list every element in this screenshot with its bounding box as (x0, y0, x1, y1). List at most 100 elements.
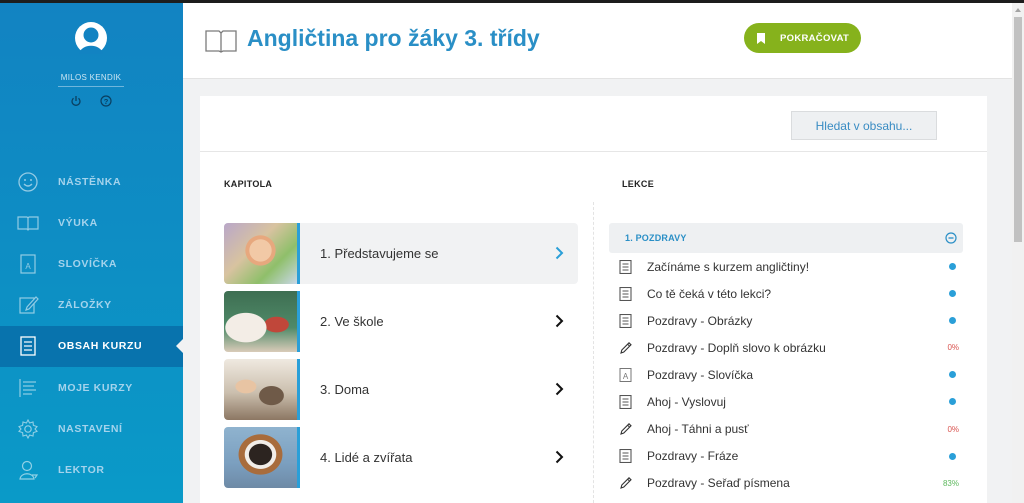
document-icon (619, 394, 632, 410)
document-icon (619, 286, 632, 301)
svg-text:?: ? (104, 97, 109, 106)
smiley-icon (18, 171, 38, 192)
lesson-label: Co tě čeká v této lekci? (647, 286, 772, 301)
nav-item-slovicka[interactable]: A SLOVÍČKA (0, 243, 183, 284)
lesson-list: 1. POZDRAVY Začínáme s kurzem angličtiny… (609, 223, 963, 497)
continue-label: POKRAČOVAT (780, 32, 850, 44)
list-icon (19, 378, 36, 397)
sidebar: MILOS KENDIK ? NÁSTĚNKA VÝUKA A SLOVÍČKA… (0, 3, 183, 503)
lesson-item[interactable]: Pozdravy - Seřaď písmena 83% (609, 470, 963, 497)
course-content-card: Hledat v obsahu... KAPITOLA LEKCE 1. Pře… (200, 96, 987, 503)
lesson-item[interactable]: Ahoj - Táhni a pusť 0% (609, 416, 963, 443)
nav-item-lektor[interactable]: LEKTOR (0, 449, 183, 490)
book-icon (205, 30, 237, 53)
status-dot (949, 398, 956, 406)
user-actions: ? (70, 95, 112, 107)
chapter-label: 2. Ve škole (320, 314, 384, 329)
chapter-thumbnail (224, 223, 300, 284)
document-list-icon (20, 336, 36, 356)
nav-item-moje-kurzy[interactable]: MOJE KURZY (0, 367, 183, 408)
nav-label: OBSAH KURZU (58, 340, 143, 353)
page-title: Angličtina pro žáky 3. třídy (247, 25, 540, 51)
continue-button[interactable]: POKRAČOVAT (744, 23, 861, 53)
lesson-label: Pozdravy - Slovíčka (647, 367, 754, 382)
gear-icon (18, 418, 38, 439)
document-icon (619, 313, 632, 328)
nav-label: ZÁLOŽKY (58, 299, 112, 312)
status-dot (949, 452, 956, 460)
lessons-column-header: LEKCE (622, 179, 655, 189)
lesson-label: Pozdravy - Fráze (647, 449, 739, 464)
bookmark-icon (757, 32, 765, 44)
pencil-icon (619, 476, 632, 490)
lesson-item[interactable]: Pozdravy - Obrázky (609, 307, 963, 334)
chapter-item[interactable]: 2. Ve škole (224, 291, 578, 352)
help-icon[interactable]: ? (100, 95, 112, 107)
lesson-label: Začínáme s kurzem angličtiny! (647, 259, 810, 274)
progress-percent: 0% (947, 424, 959, 434)
card-toolbar: Hledat v obsahu... (200, 96, 987, 152)
search-content-button[interactable]: Hledat v obsahu... (791, 111, 937, 140)
svg-text:A: A (623, 372, 629, 381)
lesson-label: Ahoj - Vyslovuj (647, 395, 726, 410)
nav-label: VÝUKA (58, 216, 98, 229)
scrollbar-thumb[interactable] (1014, 17, 1022, 242)
chevron-right-icon (555, 246, 564, 260)
chapter-thumbnail (224, 359, 300, 420)
edit-note-icon (19, 296, 39, 314)
avatar-icon[interactable] (74, 21, 108, 57)
nav-label: LEKTOR (58, 463, 105, 476)
nav-label: NÁSTĚNKA (58, 175, 122, 188)
page-header: Angličtina pro žáky 3. třídy POKRAČOVAT (183, 3, 1012, 79)
chapter-thumbnail (224, 291, 300, 352)
collapse-icon[interactable] (945, 232, 957, 244)
chapter-item[interactable]: 1. Představujeme se (224, 223, 578, 284)
person-icon (19, 460, 39, 480)
chapters-column-header: KAPITOLA (224, 179, 273, 189)
dictionary-icon: A (20, 254, 36, 274)
document-icon (619, 259, 632, 274)
chapter-label: 3. Doma (320, 382, 370, 397)
section-header[interactable]: 1. POZDRAVY (609, 223, 963, 253)
nav-item-zalozky[interactable]: ZÁLOŽKY (0, 285, 183, 326)
lesson-item[interactable]: Co tě čeká v této lekci? (609, 280, 963, 307)
chevron-right-icon (555, 450, 564, 464)
username: MILOS KENDIK (58, 73, 124, 87)
pencil-icon (619, 341, 632, 355)
chapter-thumbnail (224, 427, 300, 488)
nav-label: NASTAVENÍ (58, 422, 123, 435)
chevron-right-icon (555, 314, 564, 328)
chapter-item[interactable]: 3. Doma (224, 359, 578, 420)
lesson-rows: Začínáme s kurzem angličtiny! Co tě čeká … (609, 253, 963, 497)
lesson-label: Pozdravy - Obrázky (647, 313, 753, 328)
nav-label: SLOVÍČKA (58, 257, 118, 270)
progress-percent: 0% (947, 343, 959, 353)
power-icon[interactable] (70, 95, 82, 107)
column-divider (593, 202, 594, 503)
chapter-label: 1. Představujeme se (320, 246, 439, 261)
status-dot (949, 317, 956, 325)
nav-label: MOJE KURZY (58, 381, 133, 394)
dictionary-icon: A (619, 367, 632, 382)
nav-item-obsah-kurzu[interactable]: OBSAH KURZU (0, 325, 183, 367)
scroll-up-icon[interactable] (1015, 8, 1021, 12)
lesson-item[interactable]: Ahoj - Vyslovuj (609, 388, 963, 415)
nav-item-nastenka[interactable]: NÁSTĚNKA (0, 161, 183, 202)
status-dot (949, 263, 956, 270)
nav-item-vyuka[interactable]: VÝUKA (0, 202, 183, 243)
progress-percent: 83% (942, 478, 959, 488)
chapter-item[interactable]: 4. Lidé a zvířata (224, 427, 578, 488)
nav-item-nastaveni[interactable]: NASTAVENÍ (0, 408, 183, 449)
lesson-item[interactable]: Pozdravy - Fráze (609, 443, 963, 470)
lesson-item[interactable]: A Pozdravy - Slovíčka (609, 361, 963, 388)
lesson-label: Pozdravy - Seřaď písmena (647, 476, 790, 491)
status-dot (949, 371, 956, 379)
lesson-item[interactable]: Pozdravy - Doplň slovo k obrázku 0% (609, 334, 963, 361)
chapter-list: 1. Představujeme se 2. Ve škole 3. Doma … (224, 223, 578, 495)
main-nav: NÁSTĚNKA VÝUKA A SLOVÍČKA ZÁLOŽKY OBSAH … (0, 161, 183, 491)
chevron-right-icon (555, 382, 564, 396)
book-icon (17, 216, 39, 231)
lesson-item[interactable]: Začínáme s kurzem angličtiny! (609, 253, 963, 280)
lesson-label: Pozdravy - Doplň slovo k obrázku (647, 340, 826, 355)
document-icon (619, 449, 632, 464)
